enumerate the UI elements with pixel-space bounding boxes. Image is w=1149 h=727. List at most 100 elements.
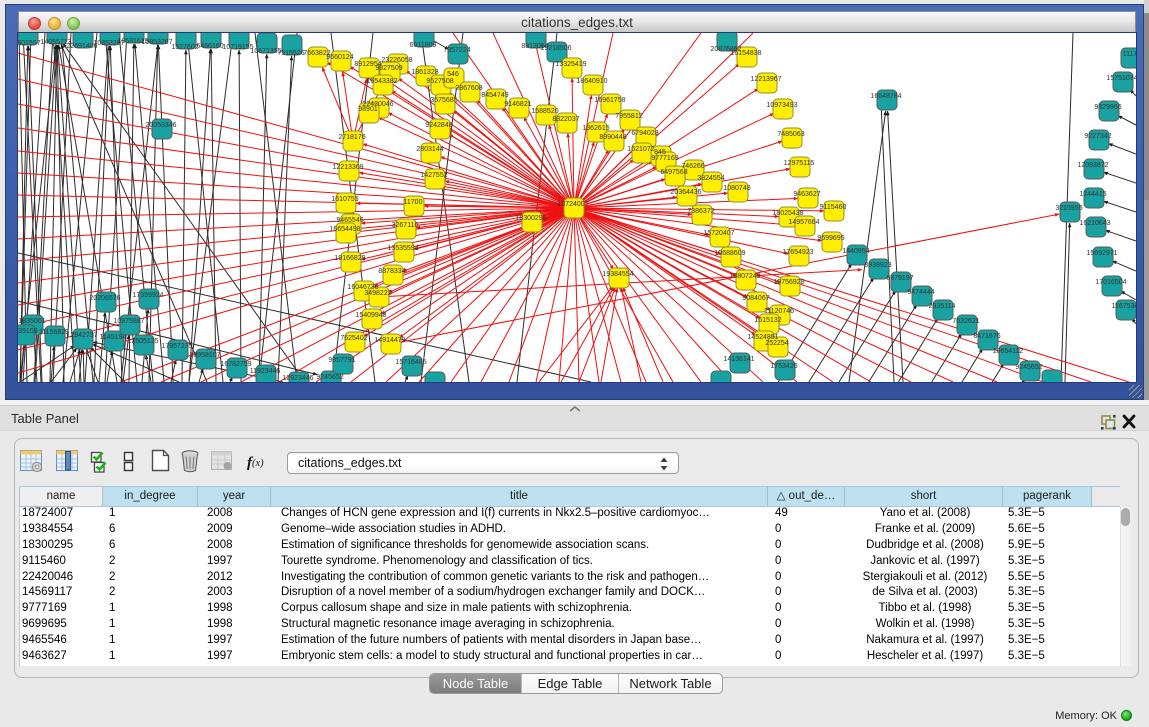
svg-text:1440954: 1440954 — [842, 248, 869, 255]
svg-text:20364436: 20364436 — [670, 189, 701, 196]
svg-text:12923446: 12923446 — [282, 375, 313, 382]
svg-text:13535594: 13535594 — [387, 245, 418, 252]
svg-text:3215955: 3215955 — [1055, 205, 1082, 212]
svg-text:8454749: 8454749 — [481, 92, 508, 99]
svg-text:1362615: 1362615 — [582, 125, 609, 132]
svg-text:18724007: 18724007 — [557, 201, 588, 208]
svg-text:6011809: 6011809 — [410, 42, 437, 49]
svg-text:20206576: 20206576 — [89, 295, 120, 302]
svg-text:16154838: 16154838 — [730, 50, 761, 57]
svg-text:16210643: 16210643 — [1079, 220, 1110, 227]
svg-text:8322037: 8322037 — [552, 116, 579, 123]
svg-text:9245652: 9245652 — [1015, 364, 1042, 371]
svg-text:19218506: 19218506 — [540, 45, 571, 52]
svg-text:9527508: 9527508 — [426, 78, 453, 85]
svg-text:1167534: 1167534 — [1112, 303, 1136, 310]
svg-text:10973493: 10973493 — [766, 102, 797, 109]
svg-text:13325419: 13325419 — [555, 61, 586, 68]
svg-text:12942737: 12942737 — [66, 332, 97, 339]
svg-text:1861328: 1861328 — [411, 69, 438, 76]
svg-text:252254: 252254 — [765, 340, 788, 347]
svg-text:15692971: 15692971 — [1086, 250, 1117, 257]
svg-text:3498222: 3498222 — [364, 290, 391, 297]
svg-text:7632621: 7632621 — [952, 318, 979, 325]
svg-text:10719155: 10719155 — [222, 44, 253, 51]
svg-text:546: 546 — [447, 71, 459, 78]
svg-text:1610755: 1610755 — [331, 196, 358, 203]
svg-text:8471676: 8471676 — [973, 333, 1000, 340]
svg-text:16543382: 16543382 — [366, 78, 397, 85]
svg-text:7485063: 7485063 — [777, 131, 804, 138]
svg-text:11120746: 11120746 — [764, 308, 794, 315]
svg-text:17957235: 17957235 — [161, 343, 192, 350]
svg-text:17654923: 17654923 — [782, 249, 813, 256]
svg-text:8938923: 8938923 — [864, 262, 891, 269]
svg-text:9827509: 9827509 — [375, 65, 402, 72]
svg-text:9245652: 9245652 — [316, 374, 343, 381]
svg-text:8990448: 8990448 — [599, 134, 626, 141]
svg-text:11700: 11700 — [404, 199, 423, 206]
svg-text:17016504: 17016504 — [1095, 279, 1126, 286]
svg-text:16961758: 16961758 — [594, 97, 625, 104]
svg-text:7625402: 7625402 — [340, 335, 367, 342]
svg-text:7386372: 7386372 — [687, 208, 714, 215]
svg-text:9660124: 9660124 — [326, 54, 353, 61]
svg-text:12093872: 12093872 — [1077, 162, 1108, 169]
svg-text:15751074: 15751074 — [1106, 75, 1136, 82]
svg-text:1080748: 1080748 — [723, 185, 750, 192]
svg-text:19756928: 19756928 — [773, 279, 804, 286]
svg-text:2803144: 2803144 — [416, 146, 443, 153]
svg-text:98901: 98901 — [358, 106, 378, 113]
svg-text:9463627: 9463627 — [793, 191, 820, 198]
svg-text:6497568: 6497568 — [660, 169, 687, 176]
svg-text:14914479: 14914479 — [374, 337, 405, 344]
svg-text:12213967: 12213967 — [750, 76, 781, 83]
svg-text:9699695: 9699695 — [817, 235, 844, 242]
svg-text:1939159: 1939159 — [18, 328, 38, 335]
svg-text:9146821: 9146821 — [504, 101, 531, 108]
svg-text:7515526: 7515526 — [277, 50, 304, 57]
svg-text:1801557: 1801557 — [18, 40, 41, 47]
svg-text:10958107: 10958107 — [189, 352, 220, 359]
svg-text:7357224: 7357224 — [443, 47, 470, 54]
svg-text:1527602: 1527602 — [171, 44, 198, 51]
svg-text:10853267: 10853267 — [141, 39, 172, 46]
svg-text:15720407: 15720407 — [703, 230, 734, 237]
svg-text:1835061: 1835061 — [18, 318, 45, 325]
svg-text:6794028: 6794028 — [631, 130, 658, 137]
svg-text:17359924: 17359924 — [132, 292, 163, 299]
svg-text:19384554: 19384554 — [602, 271, 633, 278]
svg-text:18300295: 18300295 — [515, 215, 546, 222]
svg-text:16782759: 16782759 — [220, 361, 251, 368]
svg-text:11923446: 11923446 — [250, 368, 281, 375]
svg-text:3267110: 3267110 — [392, 222, 419, 229]
svg-text:14136141: 14136141 — [723, 356, 754, 363]
svg-text:2867608: 2867608 — [455, 85, 482, 92]
svg-text:3824554: 3824554 — [697, 175, 724, 182]
svg-text:1621072: 1621072 — [627, 146, 654, 153]
svg-text:20053346: 20053346 — [145, 122, 176, 129]
svg-text:10688609: 10688609 — [714, 250, 745, 257]
svg-text:18025438: 18025438 — [772, 210, 803, 217]
svg-text:1117: 1117 — [1123, 51, 1136, 58]
svg-text:2935114: 2935114 — [929, 303, 956, 310]
svg-text:9465546: 9465546 — [336, 217, 363, 224]
svg-text:12505135: 12505135 — [127, 338, 158, 345]
svg-text:2718176: 2718176 — [338, 134, 365, 141]
svg-text:23226058: 23226058 — [381, 57, 412, 64]
svg-text:9474444: 9474444 — [907, 289, 934, 296]
svg-text:18640910: 18640910 — [576, 78, 607, 85]
svg-text:14957664: 14957664 — [788, 219, 819, 226]
svg-text:9857791: 9857791 — [328, 357, 355, 364]
svg-text:16648784: 16648784 — [870, 93, 901, 100]
svg-text:9242848: 9242848 — [425, 122, 452, 129]
svg-text:9227342: 9227342 — [1084, 133, 1111, 140]
svg-text:9084067: 9084067 — [742, 295, 769, 302]
svg-text:3675685: 3675685 — [430, 97, 457, 104]
svg-text:(x): (x) — [252, 458, 264, 469]
svg-text:10654112: 10654112 — [993, 348, 1024, 355]
svg-text:1244415: 1244415 — [1079, 191, 1106, 198]
svg-text:1427552: 1427552 — [420, 172, 447, 179]
svg-text:15716485: 15716485 — [395, 359, 426, 366]
svg-text:7955812: 7955812 — [615, 113, 642, 120]
